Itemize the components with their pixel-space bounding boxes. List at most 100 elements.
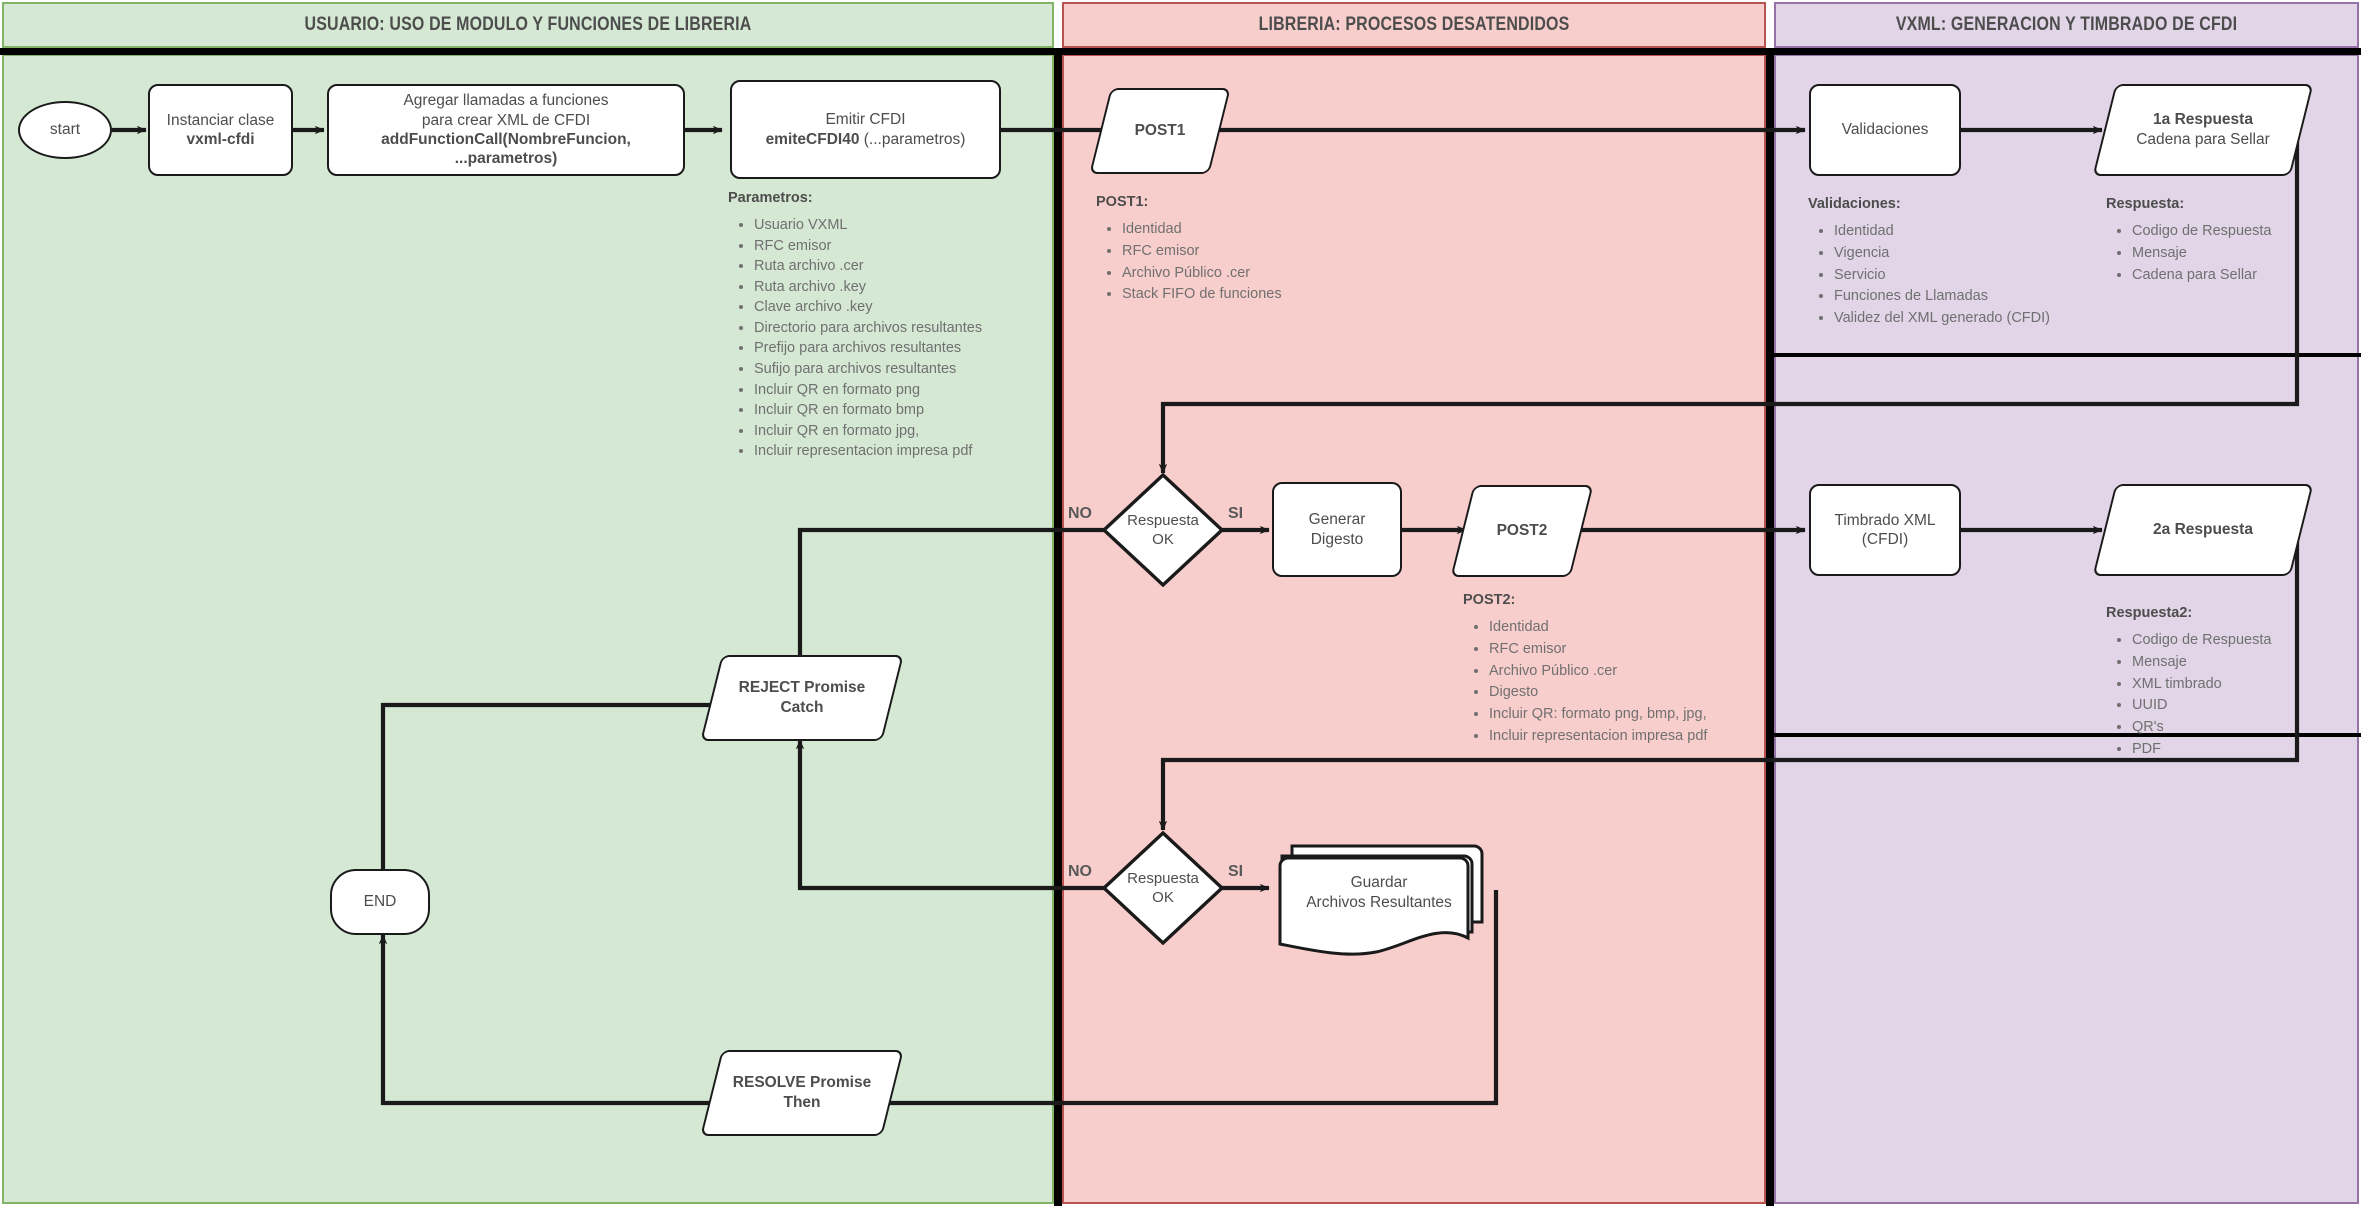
- list-item: Incluir QR en formato png: [754, 380, 1038, 401]
- list-item: RFC emisor: [1122, 241, 1376, 263]
- list-item: Codigo de Respuesta: [2132, 221, 2356, 243]
- node-respuesta1-line1: 1a Respuesta: [2153, 110, 2253, 128]
- list-item-text: Incluir representacion impresa pdf: [1489, 727, 1708, 744]
- list-item-text: Ruta archivo .cer: [754, 258, 864, 275]
- list-item-text: Archivo Público .cer: [1122, 264, 1251, 281]
- edge-label-no-2: NO: [1068, 863, 1092, 880]
- node-post1-label: POST1: [1134, 121, 1186, 139]
- guardar-text: Guardar Archivos Resultantes: [1268, 866, 1490, 920]
- list-item: Incluir QR en formato bmp: [754, 400, 1038, 421]
- node-respuesta2-line1: 2a Respuesta: [2153, 520, 2253, 538]
- list-item-text: Archivo Público .cer: [1489, 662, 1618, 679]
- list-item: PDF: [2132, 739, 2356, 761]
- node-end[interactable]: END: [330, 869, 430, 935]
- list-item: Identidad: [1122, 219, 1376, 241]
- list-item: Clave archivo .key: [754, 297, 1038, 318]
- annotation-respuesta2-head: Respuesta2:: [2106, 605, 2193, 621]
- node-guardar-line2: Archivos Resultantes: [1306, 894, 1452, 911]
- divider-libreria-vxml: [1766, 48, 1774, 1206]
- list-item: Validez del XML generado (CFDI): [1834, 308, 2098, 330]
- list-item-text: Vigencia: [1834, 244, 1890, 261]
- list-item: UUID: [2132, 695, 2356, 717]
- list-item-text: Servicio: [1834, 266, 1886, 283]
- node-agregar-line1: Agregar llamadas a funciones: [403, 92, 609, 110]
- node-validaciones[interactable]: Validaciones: [1809, 84, 1961, 176]
- node-guardar-line1: Guardar: [1350, 873, 1408, 891]
- node-emitir-args: (...parametros): [859, 130, 966, 148]
- node-reject-line2: Catch: [780, 699, 824, 716]
- annotation-post2: POST2: Identidad RFC emisor Archivo Públ…: [1463, 592, 1763, 748]
- node-resolve-line1: RESOLVE Promise: [732, 1073, 872, 1091]
- node-emitir-fn: emiteCFDI40: [765, 130, 860, 148]
- node-agregar-line2: para crear XML de CFDI: [421, 111, 591, 129]
- divider-header: [0, 48, 2361, 55]
- list-item-text: Identidad: [1834, 223, 1894, 239]
- node-generar-digesto[interactable]: Generar Digesto: [1272, 482, 1402, 577]
- node-agregar-llamadas[interactable]: Agregar llamadas a funciones para crear …: [327, 84, 685, 176]
- list-item-text: Clave archivo .key: [754, 299, 873, 316]
- list-item-text: Cadena para Sellar: [2132, 266, 2257, 283]
- lane-title-vxml: VXML: GENERACION Y TIMBRADO DE CFDI: [1895, 14, 2238, 35]
- annotation-respuesta-head: Respuesta:: [2106, 196, 2185, 212]
- lane-title-usuario: USUARIO: USO DE MODULO Y FUNCIONES DE LI…: [304, 14, 752, 35]
- list-item-text: Validez del XML generado (CFDI): [1834, 310, 2050, 326]
- list-item-text: Sufijo para archivos resultantes: [754, 361, 957, 378]
- list-item: Digesto: [1489, 682, 1763, 704]
- list-item: Identidad: [1489, 617, 1763, 639]
- annotation-post1: POST1: Identidad RFC emisor Archivo Públ…: [1096, 194, 1376, 306]
- list-item: Incluir QR en formato jpg,: [754, 421, 1038, 442]
- list-item: Archivo Público .cer: [1122, 263, 1376, 285]
- node-post1[interactable]: POST1: [1089, 88, 1231, 174]
- list-item: Directorio para archivos resultantes: [754, 318, 1038, 339]
- node-instanciar-clase[interactable]: Instanciar clase vxml-cfdi: [148, 84, 293, 176]
- respuesta2-text: 2a Respuesta: [2104, 484, 2302, 576]
- list-item-text: Codigo de Respuesta: [2132, 223, 2272, 239]
- node-reject-line1: REJECT Promise: [738, 678, 866, 696]
- node-emitir-line1: Emitir CFDI: [825, 111, 906, 129]
- node-decision2-line2: OK: [1152, 889, 1174, 906]
- node-digesto-line1: Generar: [1308, 511, 1366, 529]
- annotation-parametros: Parametros: Usuario VXML RFC emisor Ruta…: [728, 190, 1038, 462]
- edge-label-no-1: NO: [1068, 505, 1092, 522]
- node-start[interactable]: start: [18, 101, 112, 159]
- annotation-post2-head: POST2:: [1463, 592, 1516, 608]
- list-item: Mensaje: [2132, 243, 2356, 265]
- node-post2-label: POST2: [1496, 521, 1548, 539]
- node-end-label: END: [363, 893, 397, 911]
- node-resolve-promise[interactable]: RESOLVE Promise Then: [700, 1050, 904, 1136]
- node-emitir-line2-wrap: emiteCFDI40 (...parametros): [766, 130, 966, 149]
- list-item: Funciones de Llamadas: [1834, 286, 2098, 308]
- node-emitir-cfdi[interactable]: Emitir CFDI emiteCFDI40 (...parametros): [730, 80, 1001, 179]
- node-reject-promise[interactable]: REJECT Promise Catch: [700, 655, 904, 741]
- list-item: Mensaje: [2132, 652, 2356, 674]
- list-item: RFC emisor: [1489, 639, 1763, 661]
- list-item: QR's: [2132, 717, 2356, 739]
- list-item: Vigencia: [1834, 243, 2098, 265]
- list-item: Codigo de Respuesta: [2132, 630, 2356, 652]
- node-decision-respuesta-ok-1[interactable]: Respuesta OK: [1102, 473, 1224, 587]
- node-post2[interactable]: POST2: [1450, 485, 1594, 577]
- list-item-text: Codigo de Respuesta: [2132, 632, 2272, 648]
- node-decision2-line1: Respuesta: [1127, 869, 1199, 887]
- node-timbrado-xml[interactable]: Timbrado XML (CFDI): [1809, 484, 1961, 576]
- list-item-text: Identidad: [1489, 619, 1549, 635]
- list-item: RFC emisor: [754, 236, 1038, 257]
- node-digesto-line2: Digesto: [1310, 530, 1364, 548]
- annotation-parametros-head: Parametros:: [728, 190, 813, 206]
- list-item-text: RFC emisor: [754, 237, 832, 254]
- node-guardar-archivos[interactable]: Guardar Archivos Resultantes: [1268, 830, 1490, 960]
- node-instanciar-line1: Instanciar clase: [166, 111, 275, 129]
- decision2-text: Respuesta OK: [1102, 831, 1224, 945]
- node-2a-respuesta[interactable]: 2a Respuesta: [2092, 484, 2314, 576]
- list-item-text: Directorio para archivos resultantes: [754, 319, 983, 336]
- list-item-text: XML timbrado: [2132, 675, 2222, 692]
- node-decision-respuesta-ok-2[interactable]: Respuesta OK: [1102, 831, 1224, 945]
- list-item: Ruta archivo .key: [754, 277, 1038, 298]
- node-validaciones-label: Validaciones: [1841, 121, 1929, 139]
- node-1a-respuesta[interactable]: 1a Respuesta Cadena para Sellar: [2092, 84, 2314, 176]
- list-item: Incluir representacion impresa pdf: [754, 441, 1038, 462]
- annotation-post1-list: Identidad RFC emisor Archivo Público .ce…: [1096, 219, 1376, 306]
- decision1-text: Respuesta OK: [1102, 473, 1224, 587]
- resolve-text: RESOLVE Promise Then: [711, 1050, 893, 1136]
- list-item-text: PDF: [2132, 740, 2161, 757]
